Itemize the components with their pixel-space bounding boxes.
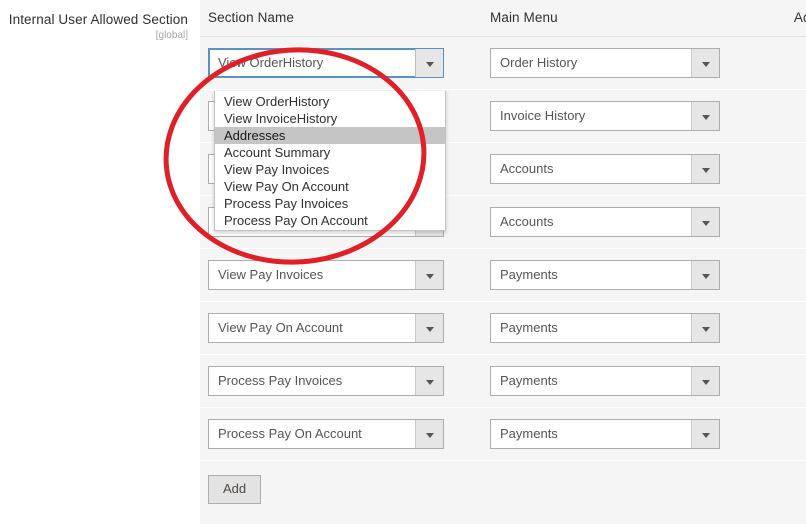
- chevron-down-icon[interactable]: [691, 155, 719, 183]
- main-menu-value: Invoice History: [500, 108, 586, 123]
- cell-section-name: View Pay On Account: [200, 301, 482, 355]
- dropdown-option-highlighted[interactable]: Addresses: [215, 127, 445, 144]
- cell-action: [736, 354, 806, 408]
- section-name-value: View Pay Invoices: [218, 267, 324, 282]
- cell-section-name: Process Pay On Account: [200, 407, 482, 461]
- main-menu-select[interactable]: Accounts: [490, 154, 720, 184]
- chevron-down-icon[interactable]: [415, 367, 443, 395]
- table-header-row: Section Name Main Menu Action: [200, 0, 806, 37]
- cell-main-menu: Payments: [482, 407, 736, 461]
- dropdown-option[interactable]: View InvoiceHistory: [215, 110, 445, 127]
- main-menu-value: Payments: [500, 426, 558, 441]
- page-root: Internal User Allowed Section [global] S…: [0, 0, 806, 525]
- chevron-down-icon[interactable]: [691, 367, 719, 395]
- cell-section-name: View Pay Invoices: [200, 248, 482, 302]
- chevron-down-icon[interactable]: [415, 261, 443, 289]
- main-menu-value: Payments: [500, 320, 558, 335]
- cell-main-menu: Accounts: [482, 195, 736, 249]
- main-menu-select[interactable]: Invoice History: [490, 101, 720, 131]
- section-name-value: View OrderHistory: [218, 55, 324, 70]
- table-row: View Pay On Account Payments: [200, 301, 806, 355]
- cell-section-name: Process Pay Invoices: [200, 354, 482, 408]
- chevron-down-icon[interactable]: [691, 420, 719, 448]
- cell-action: [736, 248, 806, 302]
- main-menu-select[interactable]: Payments: [490, 419, 720, 449]
- column-header-action: Action: [736, 0, 806, 37]
- chevron-down-icon[interactable]: [415, 49, 443, 77]
- dropdown-option[interactable]: Process Pay Invoices: [215, 195, 445, 212]
- section-name-value: View Pay On Account: [218, 320, 343, 335]
- cell-main-menu: Order History: [482, 36, 736, 90]
- main-menu-select[interactable]: Payments: [490, 313, 720, 343]
- main-menu-select[interactable]: Order History: [490, 48, 720, 78]
- cell-add-button: Add: [200, 460, 806, 524]
- table-header: Section Name Main Menu Action: [200, 0, 806, 37]
- chevron-down-icon[interactable]: [415, 420, 443, 448]
- dropdown-option[interactable]: Account Summary: [215, 144, 445, 161]
- section-name-select[interactable]: View Pay Invoices: [208, 260, 444, 290]
- cell-action: [736, 36, 806, 90]
- table-row: Process Pay Invoices Payments: [200, 354, 806, 408]
- dropdown-option[interactable]: View Pay Invoices: [215, 161, 445, 178]
- chevron-down-icon[interactable]: [691, 49, 719, 77]
- dropdown-option[interactable]: View Pay On Account: [215, 178, 445, 195]
- section-name-dropdown-list[interactable]: View OrderHistory View InvoiceHistory Ad…: [214, 91, 446, 231]
- dropdown-option[interactable]: View OrderHistory: [215, 93, 445, 110]
- main-menu-value: Accounts: [500, 214, 554, 229]
- section-name-select[interactable]: View Pay On Account: [208, 313, 444, 343]
- main-menu-select[interactable]: Payments: [490, 260, 720, 290]
- field-label: Internal User Allowed Section: [8, 12, 188, 27]
- chevron-down-icon[interactable]: [691, 314, 719, 342]
- cell-section-name: View OrderHistory: [200, 36, 482, 90]
- main-menu-value: Payments: [500, 373, 558, 388]
- table-row: Process Pay On Account Payments: [200, 407, 806, 461]
- table-row: View OrderHistory Order History: [200, 36, 806, 90]
- section-name-select[interactable]: Process Pay On Account: [208, 419, 444, 449]
- add-row: Add: [200, 460, 806, 524]
- chevron-down-icon[interactable]: [691, 102, 719, 130]
- cell-main-menu: Payments: [482, 354, 736, 408]
- cell-action: [736, 407, 806, 461]
- cell-action: [736, 301, 806, 355]
- section-name-select[interactable]: View OrderHistory: [208, 48, 444, 78]
- main-menu-value: Order History: [500, 55, 578, 70]
- add-button[interactable]: Add: [208, 475, 262, 504]
- main-menu-select[interactable]: Accounts: [490, 207, 720, 237]
- cell-action: [736, 195, 806, 249]
- cell-action: [736, 142, 806, 196]
- allowed-section-table-wrapper: Section Name Main Menu Action View Order…: [200, 0, 806, 524]
- column-header-section-name: Section Name: [200, 0, 482, 37]
- table-row: View Pay Invoices Payments: [200, 248, 806, 302]
- main-menu-value: Payments: [500, 267, 558, 282]
- cell-main-menu: Payments: [482, 301, 736, 355]
- cell-action: [736, 89, 806, 143]
- section-name-select[interactable]: Process Pay Invoices: [208, 366, 444, 396]
- main-menu-value: Accounts: [500, 161, 554, 176]
- main-menu-select[interactable]: Payments: [490, 366, 720, 396]
- field-label-group: Internal User Allowed Section [global]: [0, 0, 188, 42]
- section-name-value: Process Pay Invoices: [218, 373, 343, 388]
- field-scope-label: [global]: [155, 30, 188, 41]
- chevron-down-icon[interactable]: [691, 208, 719, 236]
- chevron-down-icon[interactable]: [691, 261, 719, 289]
- allowed-section-table: Section Name Main Menu Action View Order…: [200, 0, 806, 524]
- cell-main-menu: Invoice History: [482, 89, 736, 143]
- section-name-value: Process Pay On Account: [218, 426, 362, 441]
- cell-main-menu: Accounts: [482, 142, 736, 196]
- dropdown-option[interactable]: Process Pay On Account: [215, 212, 445, 229]
- column-header-main-menu: Main Menu: [482, 0, 736, 37]
- chevron-down-icon[interactable]: [415, 314, 443, 342]
- cell-main-menu: Payments: [482, 248, 736, 302]
